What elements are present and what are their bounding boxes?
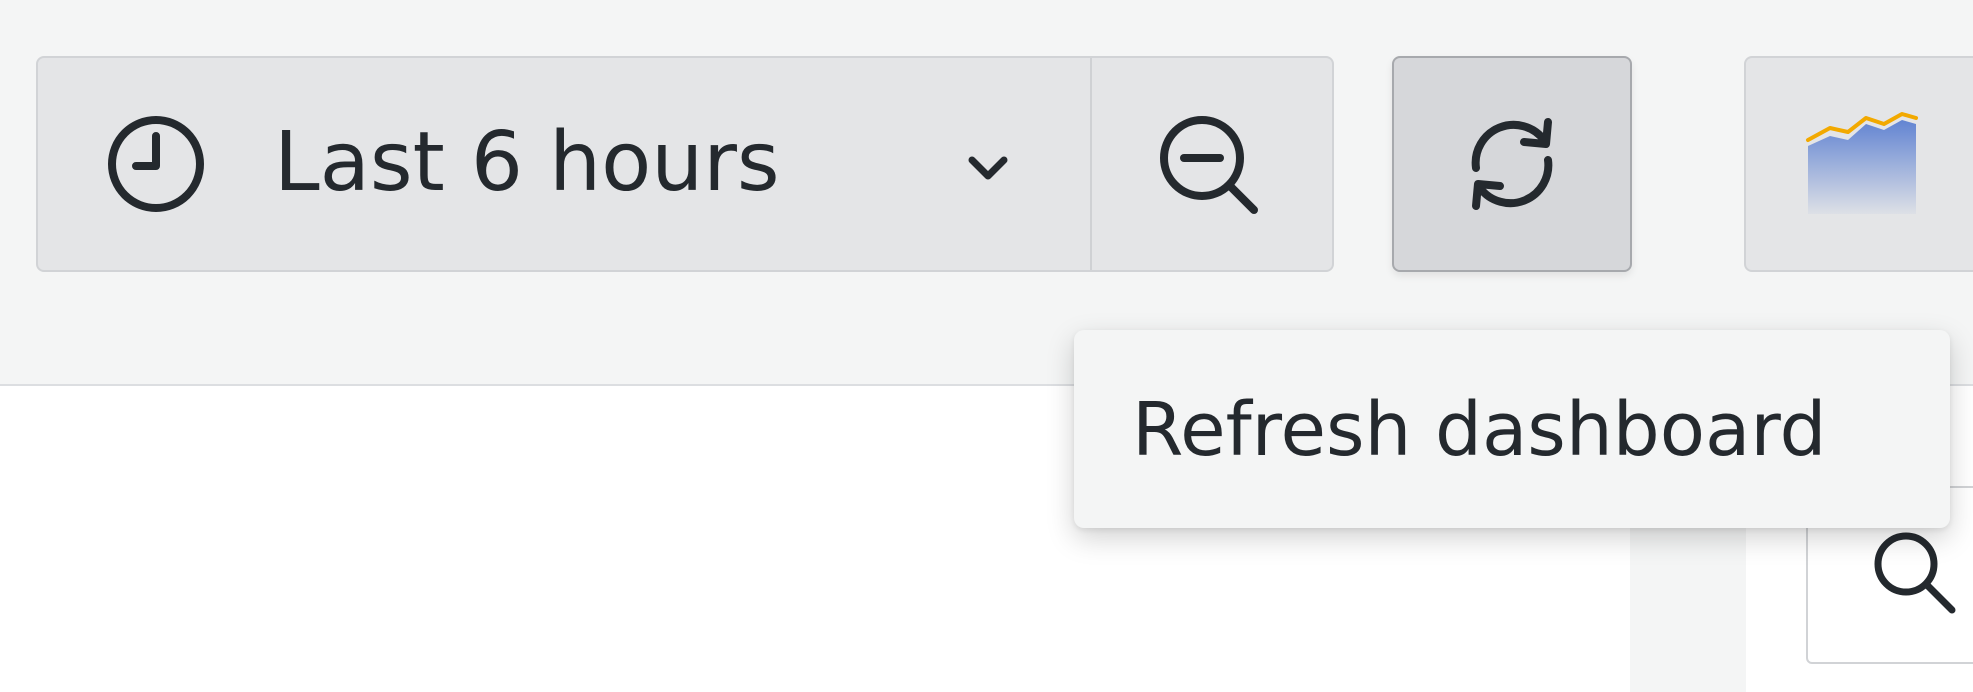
chevron-down-icon xyxy=(958,138,1018,198)
zoom-out-icon xyxy=(1154,110,1264,220)
add-panel-button[interactable] xyxy=(1744,56,1973,272)
dashboard-toolbar: Last 6 hours xyxy=(0,0,1973,386)
chart-panel-icon xyxy=(1804,110,1920,214)
refresh-dashboard-button[interactable] xyxy=(1392,56,1632,272)
refresh-icon xyxy=(1456,108,1568,220)
clock-icon xyxy=(104,112,208,216)
time-range-picker[interactable]: Last 6 hours xyxy=(38,58,1092,270)
tooltip-text: Refresh dashboard xyxy=(1132,387,1827,473)
time-range-label: Last 6 hours xyxy=(274,115,780,210)
search-icon xyxy=(1868,526,1958,616)
time-range-button-group: Last 6 hours xyxy=(36,56,1334,272)
refresh-tooltip: Refresh dashboard xyxy=(1074,330,1950,528)
zoom-out-button[interactable] xyxy=(1092,58,1332,270)
tooltip-arrow xyxy=(1492,312,1540,332)
